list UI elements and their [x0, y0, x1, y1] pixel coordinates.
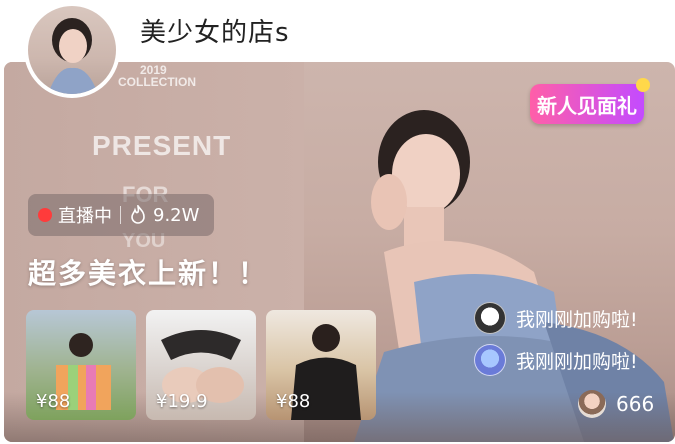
product-card[interactable]: ¥19.9 — [146, 310, 256, 420]
divider — [120, 206, 121, 224]
new-gift-badge[interactable]: 新人见面礼 — [530, 78, 650, 124]
live-dot-icon — [38, 208, 52, 222]
viewer-count: 666 — [578, 390, 654, 418]
product-price: ¥88 — [36, 391, 71, 412]
cart-notification: 我刚刚加购啦! — [474, 344, 638, 376]
shop-name[interactable]: 美少女的店s — [140, 12, 290, 49]
viewer-avatar — [578, 390, 606, 418]
bg-word-present: PRESENT — [92, 130, 232, 161]
product-card[interactable]: ¥88 — [266, 310, 376, 420]
live-status-badge: 直播中 9.2W — [28, 194, 214, 236]
cart-notification: 我刚刚加购啦! — [474, 302, 638, 334]
shop-avatar-image — [48, 18, 98, 94]
heat-count: 9.2W — [153, 204, 200, 226]
product-list: ¥88 ¥19.9 ¥88 — [26, 310, 376, 420]
live-status-text: 直播中 — [58, 206, 112, 227]
sparkle-icon — [636, 78, 650, 92]
fire-icon — [131, 205, 145, 224]
product-price: ¥88 — [276, 391, 311, 412]
product-price: ¥19.9 — [156, 391, 208, 412]
user-avatar — [474, 302, 506, 334]
model-photo — [354, 110, 674, 442]
user-avatar — [474, 344, 506, 376]
banner-headline: 超多美衣上新！！ — [28, 257, 269, 290]
product-card[interactable]: ¥88 — [26, 310, 136, 420]
shop-avatar[interactable] — [24, 2, 120, 98]
collection-label: 2019 COLLECTION — [118, 63, 196, 89]
live-banner-card[interactable]: 2019 COLLECTION PRESENT FOR YOU 新人见面礼 直播… — [4, 62, 675, 442]
